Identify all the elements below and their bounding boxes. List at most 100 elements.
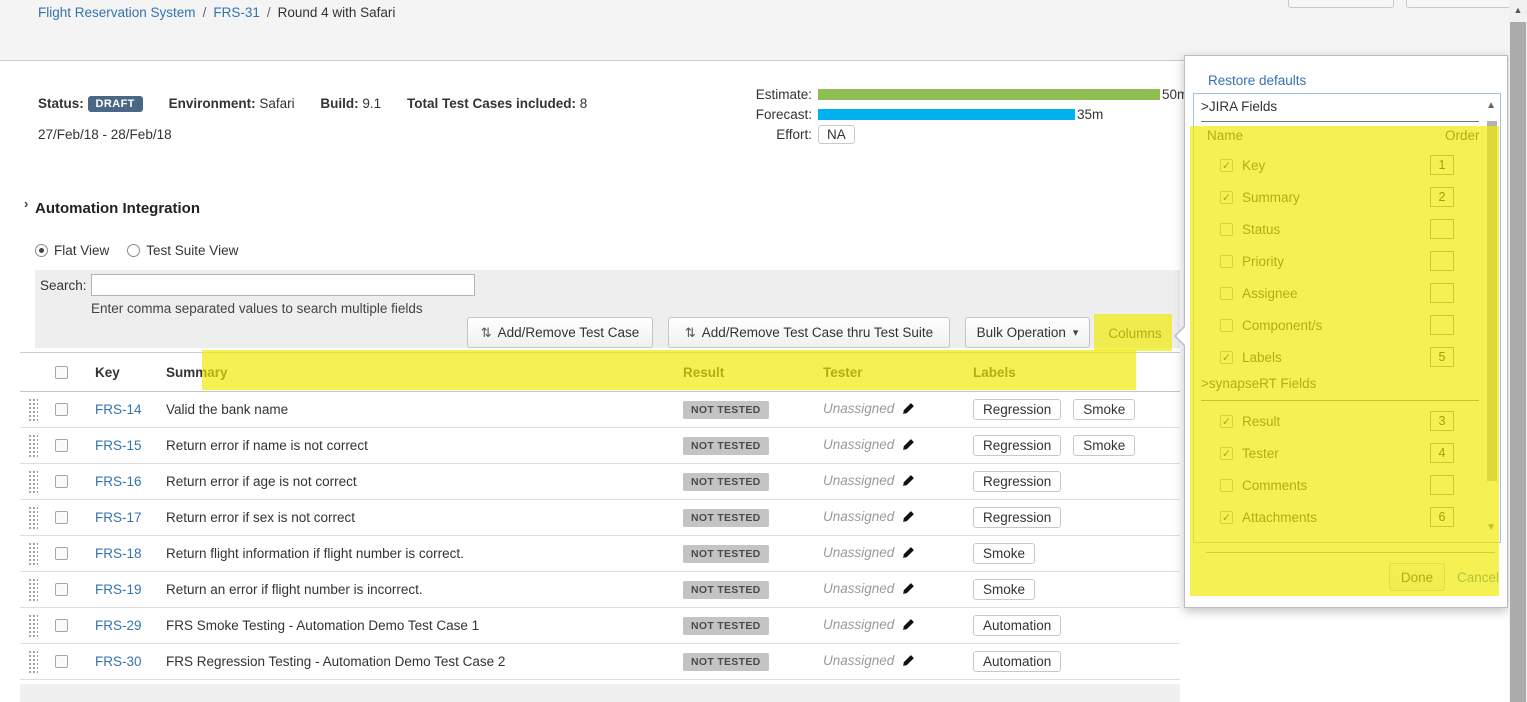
key-link[interactable]: FRS-14 [95,402,142,417]
flat-view-label[interactable]: Flat View [54,243,109,258]
forecast-bar [818,109,1075,120]
edit-tester-pencil-icon[interactable] [902,438,915,454]
field-checkbox[interactable] [1220,287,1233,300]
drag-handle-icon[interactable] [28,506,38,530]
done-button[interactable]: Done [1389,563,1445,591]
row-checkbox[interactable] [55,583,68,596]
summary-column-header: Summary [147,365,664,380]
field-checkbox[interactable] [1220,319,1233,332]
cancel-link[interactable]: Cancel [1457,570,1499,585]
breadcrumb-link-issue[interactable]: FRS-31 [213,5,260,20]
edit-tester-pencil-icon[interactable] [902,474,915,490]
result-badge: NOT TESTED [683,437,769,455]
order-input[interactable] [1430,411,1454,431]
drag-handle-icon[interactable] [28,434,38,458]
order-input[interactable] [1430,443,1454,463]
order-input[interactable] [1430,475,1454,495]
edit-tester-pencil-icon[interactable] [902,402,915,418]
row-checkbox[interactable] [55,619,68,632]
build-label: Build: [320,96,358,111]
tester-value: Unassigned [823,509,894,524]
field-checkbox[interactable] [1220,479,1233,492]
label-badge: Automation [973,651,1061,672]
order-input[interactable] [1430,507,1454,527]
columns-button[interactable]: Columns [1096,317,1174,350]
summary-text: Return error if age is not correct [147,474,664,489]
section-expand-icon[interactable]: › [24,196,28,211]
bulk-operation-button[interactable]: Bulk Operation ▾ [965,317,1090,348]
row-checkbox[interactable] [55,547,68,560]
edit-tester-pencil-icon[interactable] [902,582,915,598]
breadcrumb-link-project[interactable]: Flight Reservation System [38,5,196,20]
field-checkbox[interactable]: ✓ [1220,415,1233,428]
listbox-scrollbar-thumb[interactable] [1487,121,1497,481]
drag-handle-icon[interactable] [28,614,38,638]
scrollbar-thumb[interactable] [1510,22,1526,702]
add-remove-test-case-button[interactable]: ⇅ Add/Remove Test Case [467,317,653,348]
tester-value: Unassigned [823,437,894,452]
top-partial-button[interactable] [1406,0,1512,8]
row-checkbox[interactable] [55,655,68,668]
restore-defaults-link[interactable]: Restore defaults [1208,73,1306,88]
estimate-bar [818,89,1160,100]
flat-view-radio[interactable] [35,244,48,257]
field-row: Comments [1194,472,1484,498]
order-input[interactable] [1430,347,1454,367]
row-checkbox[interactable] [55,511,68,524]
field-row: ✓ Tester [1194,440,1484,466]
edit-tester-pencil-icon[interactable] [902,546,915,562]
key-link[interactable]: FRS-18 [95,546,142,561]
order-input[interactable] [1430,219,1454,239]
test-suite-view-radio[interactable] [127,244,140,257]
page-scrollbar[interactable]: ▲ [1509,0,1527,702]
order-column-header: Order [1445,128,1480,143]
row-checkbox[interactable] [55,403,68,416]
drag-handle-icon[interactable] [28,542,38,566]
tester-value: Unassigned [823,581,894,596]
listbox-scroll-up-icon[interactable]: ▲ [1486,100,1496,111]
edit-tester-pencil-icon[interactable] [902,510,915,526]
scrollbar-up-arrow-icon[interactable]: ▲ [1509,0,1527,20]
select-all-checkbox[interactable] [55,366,68,379]
key-link[interactable]: FRS-17 [95,510,142,525]
row-checkbox[interactable] [55,475,68,488]
tester-value: Unassigned [823,473,894,488]
key-link[interactable]: FRS-30 [95,654,142,669]
search-input[interactable] [91,274,475,296]
key-link[interactable]: FRS-29 [95,618,142,633]
order-input[interactable] [1430,251,1454,271]
key-link[interactable]: FRS-19 [95,582,142,597]
order-input[interactable] [1430,187,1454,207]
row-checkbox[interactable] [55,439,68,452]
breadcrumb-separator: / [203,5,207,20]
field-checkbox[interactable]: ✓ [1220,511,1233,524]
search-label: Search: [40,278,87,293]
edit-tester-pencil-icon[interactable] [902,654,915,670]
caret-down-icon: ▾ [1073,326,1079,339]
field-checkbox[interactable] [1220,255,1233,268]
drag-handle-icon[interactable] [28,398,38,422]
test-suite-view-label[interactable]: Test Suite View [146,243,238,258]
key-link[interactable]: FRS-15 [95,438,142,453]
field-row: ✓ Key [1194,152,1484,178]
add-remove-test-case-thru-suite-button[interactable]: ⇅ Add/Remove Test Case thru Test Suite [668,317,950,348]
key-link[interactable]: FRS-16 [95,474,142,489]
listbox-scroll-down-icon[interactable]: ▼ [1486,522,1496,533]
drag-handle-icon[interactable] [28,650,38,674]
popup-footer-divider [1206,552,1495,553]
field-checkbox[interactable]: ✓ [1220,447,1233,460]
edit-tester-pencil-icon[interactable] [902,618,915,634]
order-input[interactable] [1430,283,1454,303]
drag-handle-icon[interactable] [28,470,38,494]
top-partial-button[interactable] [1288,0,1394,8]
order-input[interactable] [1430,155,1454,175]
field-checkbox[interactable]: ✓ [1220,351,1233,364]
field-checkbox[interactable]: ✓ [1220,191,1233,204]
field-checkbox[interactable] [1220,223,1233,236]
label-badge: Smoke [1073,435,1135,456]
summary-text: Valid the bank name [147,402,664,417]
order-input[interactable] [1430,315,1454,335]
field-checkbox[interactable]: ✓ [1220,159,1233,172]
label-badge: Smoke [1073,399,1135,420]
drag-handle-icon[interactable] [28,578,38,602]
